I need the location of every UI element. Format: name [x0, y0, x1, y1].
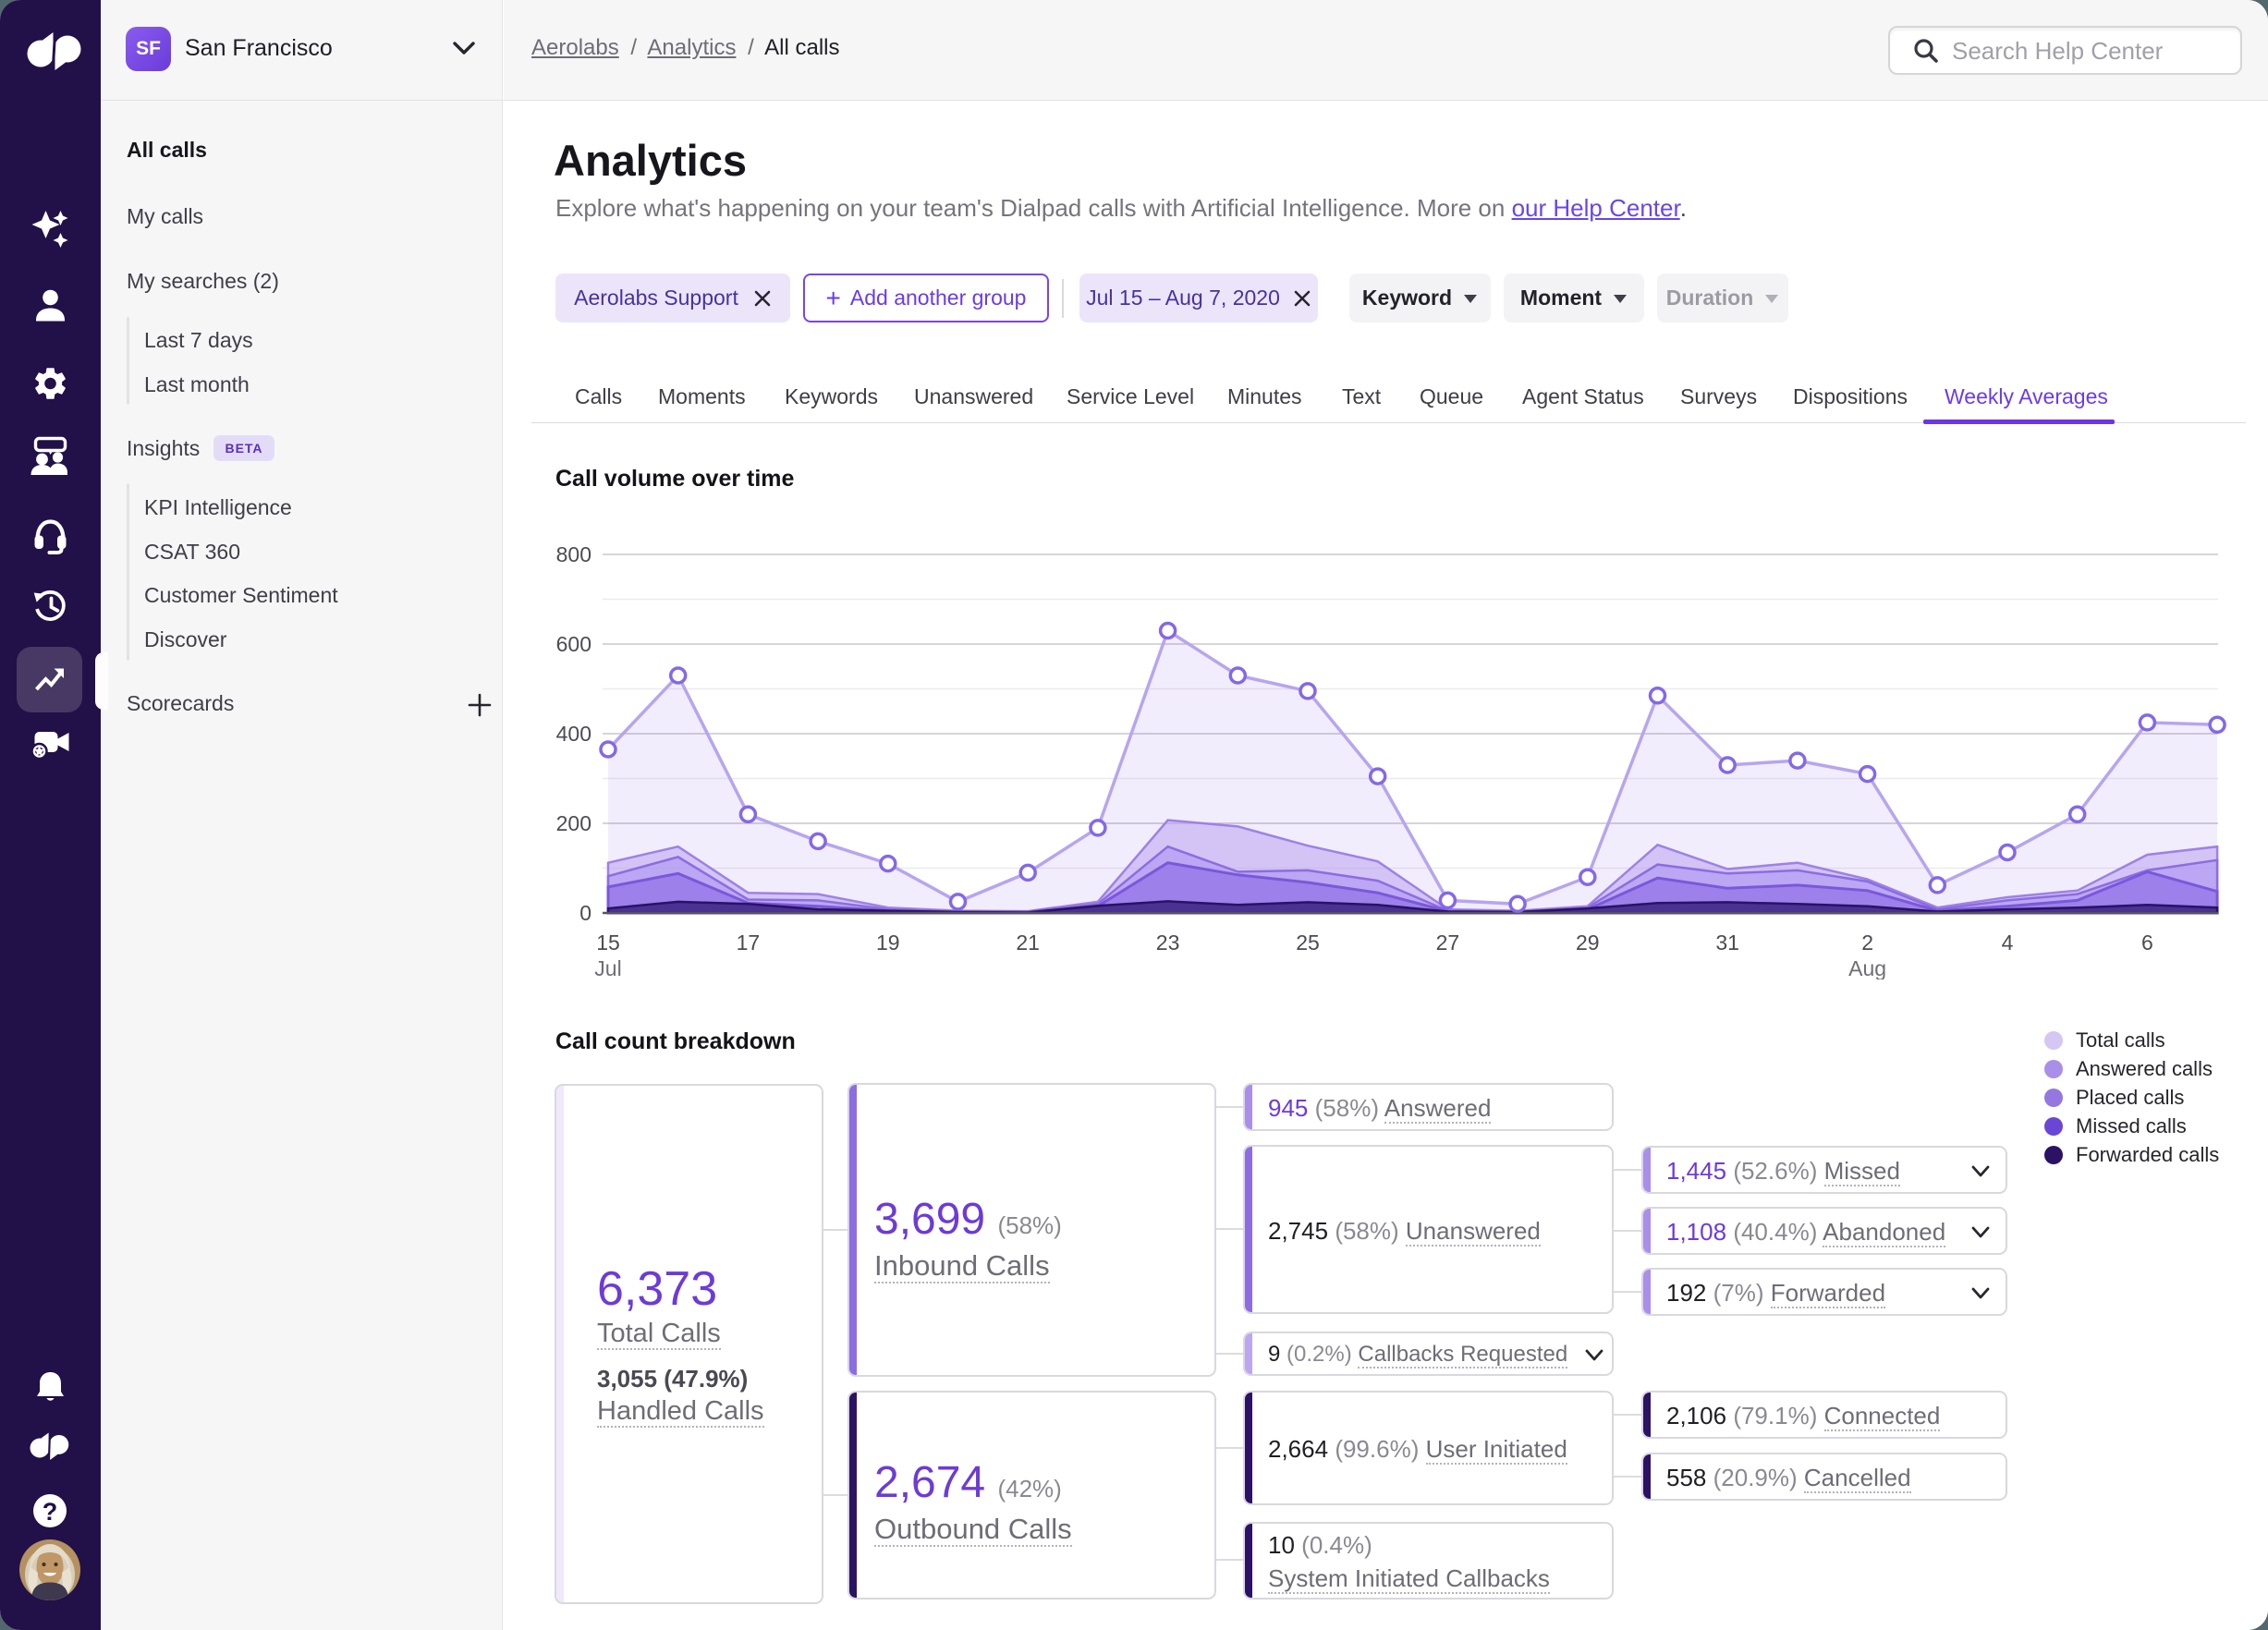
svg-text:200: 200 [556, 811, 591, 835]
svg-text:800: 800 [556, 542, 591, 566]
svg-text:25: 25 [1296, 931, 1320, 955]
svg-text:19: 19 [876, 931, 900, 955]
svg-text:0: 0 [579, 901, 591, 925]
svg-text:27: 27 [1436, 931, 1460, 955]
svg-text:21: 21 [1016, 931, 1040, 955]
svg-text:6: 6 [2141, 931, 2153, 955]
svg-text:31: 31 [1715, 931, 1739, 955]
svg-text:4: 4 [2002, 931, 2014, 955]
svg-text:23: 23 [1156, 931, 1180, 955]
svg-text:Aug: Aug [1848, 956, 1886, 979]
svg-text:29: 29 [1576, 931, 1600, 955]
svg-text:2: 2 [1861, 931, 1873, 955]
svg-text:400: 400 [556, 722, 591, 746]
svg-text:Jul: Jul [594, 956, 621, 979]
svg-text:17: 17 [737, 931, 761, 955]
svg-text:15: 15 [596, 931, 620, 955]
svg-text:600: 600 [556, 632, 591, 656]
